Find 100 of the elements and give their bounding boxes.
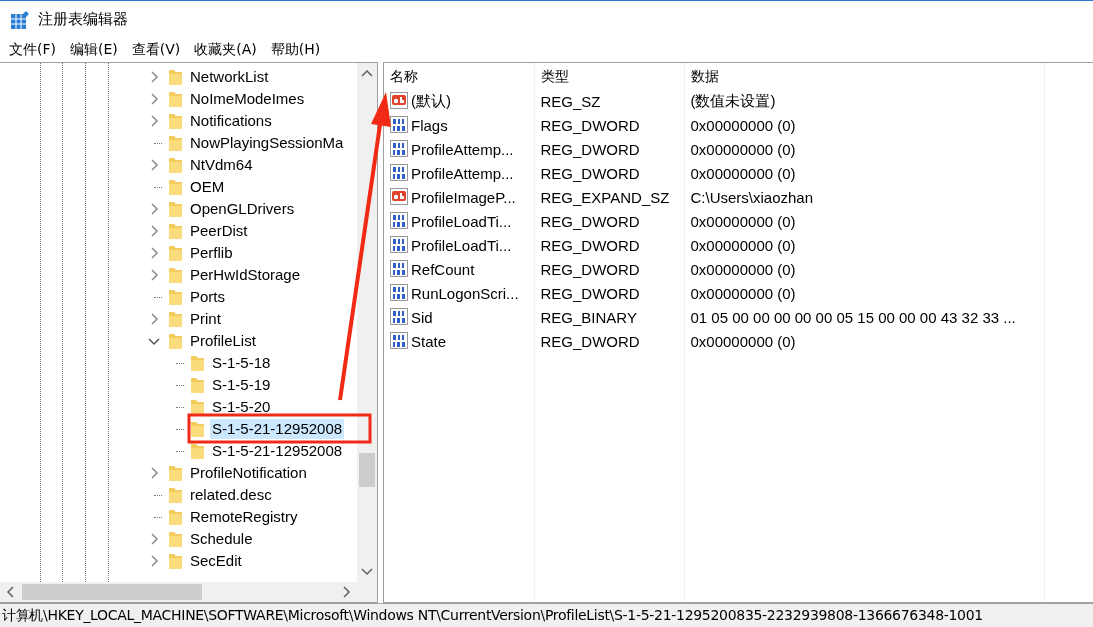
- tree-item[interactable]: RemoteRegistry: [188, 507, 300, 527]
- folder-icon: [168, 200, 183, 218]
- value-name[interactable]: Flags: [411, 116, 448, 134]
- binary-value-icon: [390, 332, 409, 350]
- value-type: REG_SZ: [540, 92, 601, 110]
- value-data: 0x00000000 (0): [690, 116, 796, 134]
- tree-item[interactable]: Print: [188, 309, 223, 329]
- folder-icon: [168, 222, 183, 240]
- value-data: 0x00000000 (0): [690, 332, 796, 350]
- scroll-thumb[interactable]: [359, 453, 375, 487]
- value-type: REG_DWORD: [540, 236, 640, 254]
- tree-item[interactable]: NoImeModeImes: [188, 89, 307, 109]
- binary-value-icon: [390, 116, 409, 134]
- value-name[interactable]: ProfileLoadTi...: [411, 236, 512, 254]
- chevron-right-icon[interactable]: [149, 159, 159, 171]
- binary-value-icon: [390, 140, 409, 158]
- tree-item[interactable]: NowPlayingSessionMa: [188, 133, 346, 153]
- tree-item[interactable]: Ports: [188, 287, 227, 307]
- tree-item[interactable]: NtVdm64: [188, 155, 255, 175]
- value-name[interactable]: (默认): [411, 91, 451, 111]
- value-data: (数值未设置): [690, 91, 776, 111]
- value-name[interactable]: RunLogonScri...: [411, 284, 519, 302]
- chevron-right-icon[interactable]: [149, 313, 159, 325]
- chevron-right-icon[interactable]: [149, 269, 159, 281]
- chevron-right-icon[interactable]: [149, 225, 159, 237]
- chevron-right-icon[interactable]: [149, 555, 159, 567]
- tree-item[interactable]: OEM: [188, 177, 227, 197]
- folder-icon: [168, 552, 183, 570]
- folder-icon: [190, 354, 205, 372]
- tree-item[interactable]: S-1-5-20: [210, 397, 273, 417]
- folder-icon: [168, 90, 183, 108]
- folder-icon: [168, 288, 183, 306]
- folder-icon: [168, 530, 183, 548]
- binary-value-icon: [390, 164, 409, 182]
- value-type: REG_DWORD: [540, 116, 640, 134]
- folder-icon: [168, 244, 183, 262]
- tree-item[interactable]: Perflib: [188, 243, 235, 263]
- value-type: REG_DWORD: [540, 212, 640, 230]
- chevron-right-icon[interactable]: [149, 533, 159, 545]
- value-name[interactable]: ProfileAttemp...: [411, 164, 514, 182]
- status-path: 计算机\HKEY_LOCAL_MACHINE\SOFTWARE\Microsoft\Windows NT\CurrentVersion\ProfileList\S-1-5-21-1295200835-2232939808-1366676348-1001: [1, 606, 983, 625]
- value-data: 0x00000000 (0): [690, 212, 796, 230]
- value-name[interactable]: ProfileAttemp...: [411, 140, 514, 158]
- tree-item[interactable]: S-1-5-21-12952008: [210, 441, 345, 461]
- value-type: REG_DWORD: [540, 164, 640, 182]
- tree-item[interactable]: ProfileList: [188, 331, 258, 351]
- tree-item[interactable]: PerHwIdStorage: [188, 265, 303, 285]
- menu-item[interactable]: 编辑(E): [63, 41, 125, 59]
- column-header[interactable]: 类型: [534, 63, 684, 89]
- value-name[interactable]: RefCount: [411, 260, 475, 278]
- tree-item[interactable]: S-1-5-21-12952008: [210, 419, 345, 439]
- scroll-thumb[interactable]: [22, 584, 202, 600]
- menu-item[interactable]: 收藏夹(A): [187, 41, 264, 59]
- menu-item[interactable]: 文件(F): [2, 41, 63, 59]
- chevron-right-icon[interactable]: [149, 71, 159, 83]
- folder-icon: [168, 508, 183, 526]
- value-name[interactable]: Sid: [411, 308, 433, 326]
- binary-value-icon: [390, 284, 409, 302]
- value-data: 0x00000000 (0): [690, 284, 796, 302]
- binary-value-icon: [390, 308, 409, 326]
- column-header[interactable]: 数据: [684, 63, 1044, 89]
- folder-icon: [168, 332, 183, 350]
- tree-item[interactable]: related.desc: [188, 485, 274, 505]
- value-name[interactable]: ProfileImageP...: [411, 188, 516, 206]
- tree-item[interactable]: Notifications: [188, 111, 274, 131]
- tree-item[interactable]: NetworkList: [188, 67, 271, 87]
- string-value-icon: [390, 188, 409, 206]
- binary-value-icon: [390, 260, 409, 278]
- folder-icon: [168, 134, 183, 152]
- tree-item[interactable]: Schedule: [188, 529, 255, 549]
- tree-item[interactable]: S-1-5-19: [210, 375, 273, 395]
- chevron-right-icon[interactable]: [149, 93, 159, 105]
- tree-item[interactable]: OpenGLDrivers: [188, 199, 297, 219]
- folder-icon: [168, 266, 183, 284]
- folder-icon: [168, 464, 183, 482]
- chevron-right-icon[interactable]: [149, 203, 159, 215]
- value-data: 0x00000000 (0): [690, 236, 796, 254]
- chevron-right-icon[interactable]: [149, 467, 159, 479]
- tree-item[interactable]: ProfileNotification: [188, 463, 309, 483]
- tree-item[interactable]: SecEdit: [188, 551, 244, 571]
- chevron-down-icon[interactable]: [148, 336, 160, 346]
- folder-icon: [168, 486, 183, 504]
- folder-icon: [190, 376, 205, 394]
- value-type: REG_DWORD: [540, 284, 640, 302]
- chevron-right-icon[interactable]: [149, 115, 159, 127]
- registry-grid-icon: [10, 9, 30, 30]
- menu-item[interactable]: 帮助(H): [263, 41, 328, 59]
- value-data: 01 05 00 00 00 00 00 05 15 00 00 00 43 32 33 ...: [690, 308, 1016, 326]
- tree-item[interactable]: PeerDist: [188, 221, 250, 241]
- folder-icon: [190, 398, 205, 416]
- tree-item[interactable]: S-1-5-18: [210, 353, 273, 373]
- column-header[interactable]: 名称: [384, 63, 534, 89]
- value-data: C:\Users\xiaozhan: [690, 188, 814, 206]
- value-name[interactable]: ProfileLoadTi...: [411, 212, 512, 230]
- value-name[interactable]: State: [411, 332, 447, 350]
- folder-icon: [168, 112, 183, 130]
- menu-item[interactable]: 查看(V): [124, 41, 188, 59]
- chevron-right-icon[interactable]: [149, 247, 159, 259]
- value-data: 0x00000000 (0): [690, 164, 796, 182]
- value-type: REG_BINARY: [540, 308, 637, 326]
